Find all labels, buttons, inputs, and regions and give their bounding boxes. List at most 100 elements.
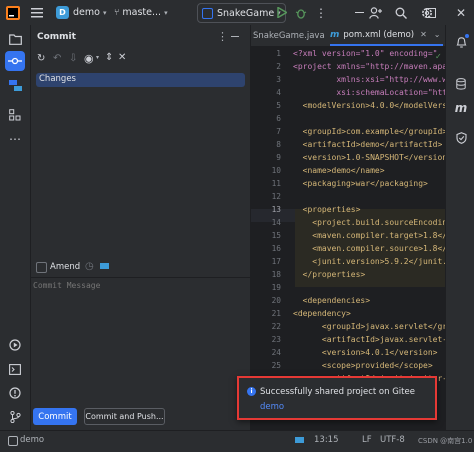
code-line: <artifactId>javax.servlet- [293,335,445,344]
share-notification: i Successfully shared project on Gitee d… [237,376,437,420]
line-number: 25 [271,361,281,370]
app-logo-icon[interactable] [6,0,20,25]
line-separator[interactable]: LF [362,435,372,445]
line-number: 17 [271,257,281,266]
run-config-selector[interactable]: SnakeGame ▾ [197,3,286,23]
eye-icon[interactable]: ◉ [84,52,94,65]
chevron-down-icon: ▾ [164,8,168,17]
line-number: 24 [271,348,281,357]
hide-panel-icon[interactable] [231,36,239,38]
code-line: <artifactId>demo</artifactId> [293,140,443,149]
commit-toolbar: ↻ ↶ ⇩ ◉ ▾ ⇕ ✕ [31,51,250,69]
changes-label: Changes [39,74,76,84]
notifications-bell-icon[interactable] [452,33,470,51]
minimize-icon [354,12,364,13]
more-tabs-icon[interactable]: ⌄ [434,30,441,39]
tab-pom-xml[interactable]: m pom.xml (demo) ✕ ⌄ [330,25,443,46]
info-icon: i [247,387,256,396]
services-icon[interactable] [5,335,25,355]
code-line: <project.build.sourceEncodin [293,218,445,227]
tab-label: pom.xml (demo) [343,29,415,40]
line-number: 8 [276,140,281,149]
status-project-name[interactable]: demo [20,435,44,445]
right-tool-strip: m [445,25,474,430]
code-line: xmlns:xsi="http://www.w3 [293,75,445,84]
line-number: 1 [276,49,281,58]
refresh-icon[interactable]: ↻ [37,53,45,64]
amend-label[interactable]: Amend [50,262,80,272]
more-tools-icon[interactable]: ⋯ [5,129,25,149]
commit-and-push-button[interactable]: Commit and Push... [84,408,165,425]
code-line: <version>1.0-SNAPSHOT</version> [293,153,445,162]
structure-icon[interactable] [5,105,25,125]
commit-button[interactable]: Commit [33,408,77,425]
amend-checkbox[interactable] [36,262,47,273]
amend-row: Amend ◷ [31,259,250,278]
commit-tool-icon[interactable] [5,51,25,71]
code-line: <dependency> [293,309,351,318]
debug-icon[interactable] [295,0,307,25]
line-number: 10 [271,166,281,175]
expand-all-icon[interactable]: ⇕ [105,52,113,63]
notification-dot [465,34,469,38]
code-view[interactable]: <?xml version="1.0" encoding=" <project x… [293,47,445,430]
collapse-all-icon[interactable]: ✕ [118,52,126,63]
code-line: </properties> [293,270,366,279]
git-branch-icon[interactable] [5,407,25,427]
code-line: <properties> [293,205,361,214]
problems-icon[interactable] [5,383,25,403]
line-number: 15 [271,231,281,240]
code-line: <maven.compiler.source>1.8</ [293,244,445,253]
commit-panel-title: Commit [37,32,76,42]
minimize-button[interactable] [346,0,372,25]
csdn-watermark: CSDN @南宫1.0 [418,437,473,445]
close-window-button[interactable]: ✕ [448,0,474,25]
search-icon[interactable] [395,0,407,25]
code-line: <name>demo</name> [293,166,385,175]
line-number: 14 [271,218,281,227]
code-line: <packaging>war</packaging> [293,179,428,188]
maximize-button[interactable] [418,0,444,25]
run-icon[interactable] [277,0,287,25]
close-tab-icon[interactable]: ✕ [420,30,427,39]
panel-options-icon[interactable]: ⋮ [217,30,228,43]
project-folder-icon[interactable] [5,29,25,49]
line-number: 5 [276,101,281,110]
update-icon[interactable]: ⇩ [69,53,77,64]
history-icon[interactable]: ◷ [85,261,94,272]
git-remote-icon[interactable] [5,75,25,95]
code-line: <groupId>javax.servlet</gr [293,322,445,331]
file-encoding[interactable]: UTF-8 [380,435,405,445]
line-number: 12 [271,192,281,201]
line-number: 6 [276,114,281,123]
commit-message-field[interactable] [31,278,250,396]
terminal-icon[interactable] [5,359,25,379]
more-actions-icon[interactable]: ⋮ [315,0,327,25]
chevron-down-icon: ▾ [96,54,100,61]
project-status-icon [8,436,18,446]
main-menu-icon[interactable] [31,0,43,25]
commit-panel: Commit ⋮ ↻ ↶ ⇩ ◉ ▾ ⇕ ✕ Changes Amend ◷ C… [31,25,250,430]
line-number: 13 [271,205,281,214]
code-line: <?xml version="1.0" encoding=" [293,49,438,58]
line-number: 20 [271,296,281,305]
status-bar: demo 13:15 LF UTF-8 CSDN @南宫1.0 [0,430,474,452]
caret-position[interactable]: 13:15 [314,435,339,445]
changes-node[interactable]: Changes [36,73,245,87]
code-line: <project xmlns="http://maven.apa [293,62,445,71]
project-switcher[interactable]: D demo ▾ [56,0,106,25]
project-badge: D [56,6,69,19]
code-line: <junit.version>5.9.2</junit. [293,257,445,266]
gitee-icon[interactable] [100,263,109,269]
branch-name: maste... [122,7,162,18]
tab-snakegame[interactable]: SnakeGame.java [253,25,325,46]
shield-icon[interactable] [452,129,470,147]
maven-icon[interactable]: m [452,99,470,117]
gitee-status-icon[interactable] [295,437,304,443]
database-icon[interactable] [452,75,470,93]
branch-switcher[interactable]: ⑂ maste... ▾ [114,0,168,25]
line-number: 2 [276,62,281,71]
notification-title: Successfully shared project on Gitee [260,387,415,397]
rollback-icon[interactable]: ↶ [53,53,61,64]
notification-link[interactable]: demo [260,402,284,412]
